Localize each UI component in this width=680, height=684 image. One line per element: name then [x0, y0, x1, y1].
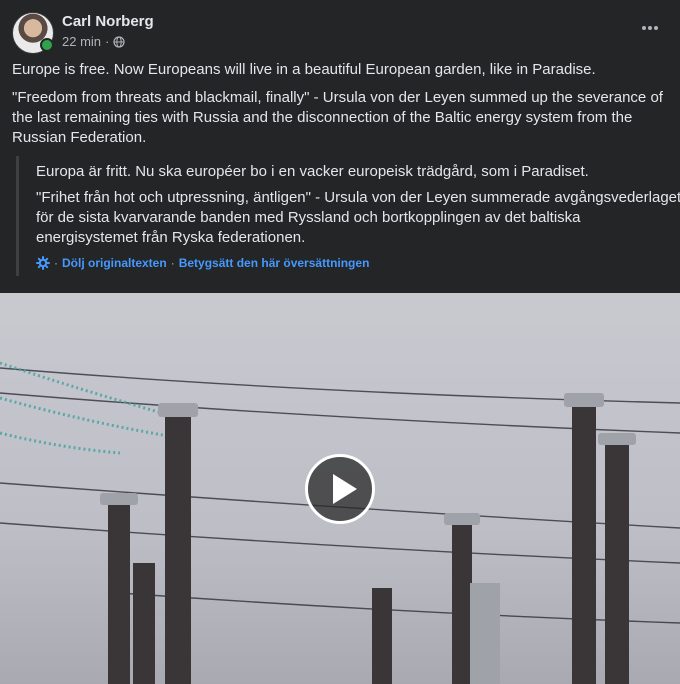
translation-links: · Dölj originaltexten · Betygsätt den hä…: [36, 256, 680, 270]
post-time[interactable]: 22 min: [62, 34, 101, 49]
gear-icon: [36, 256, 50, 270]
rate-translation-link[interactable]: Betygsätt den här översättningen: [179, 256, 370, 270]
globe-icon: [113, 35, 125, 48]
link-separator: ·: [54, 256, 58, 270]
hide-original-link[interactable]: Dölj originaltexten: [62, 256, 167, 270]
play-icon[interactable]: [305, 454, 375, 524]
post-paragraph: Europe is free. Now Europeans will live …: [12, 61, 596, 78]
translation-block: Europa är fritt. Nu ska européer bo i en…: [16, 156, 680, 276]
author-name[interactable]: Carl Norberg: [62, 13, 154, 31]
translated-paragraph: "Frihet från hot och utpressning, äntlig…: [36, 189, 680, 246]
online-status-dot: [40, 38, 54, 52]
avatar[interactable]: [12, 12, 54, 54]
more-options-icon[interactable]: [640, 18, 660, 38]
translated-paragraph: Europa är fritt. Nu ska européer bo i en…: [36, 163, 589, 180]
meta-separator: ·: [105, 34, 110, 49]
link-separator: ·: [170, 256, 175, 270]
post-text: Europe is free. Now Europeans will live …: [12, 60, 670, 148]
post-subline: 22 min ·: [62, 34, 154, 49]
post-paragraph: "Freedom from threats and blackmail, fin…: [12, 89, 663, 146]
post-header: Carl Norberg 22 min ·: [12, 12, 154, 54]
post-meta: Carl Norberg 22 min ·: [62, 12, 154, 49]
